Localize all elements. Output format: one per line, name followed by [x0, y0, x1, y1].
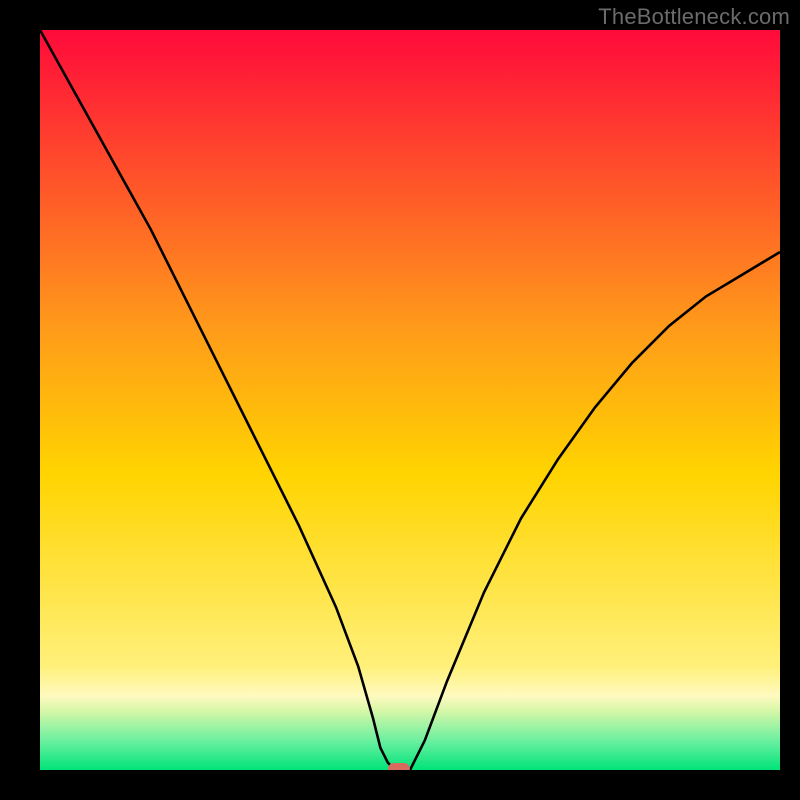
watermark-label: TheBottleneck.com	[598, 4, 790, 30]
optimum-marker	[388, 763, 410, 770]
plot-area	[40, 30, 780, 770]
bottleneck-chart-svg	[40, 30, 780, 770]
chart-frame: TheBottleneck.com	[0, 0, 800, 800]
gradient-background	[40, 30, 780, 770]
